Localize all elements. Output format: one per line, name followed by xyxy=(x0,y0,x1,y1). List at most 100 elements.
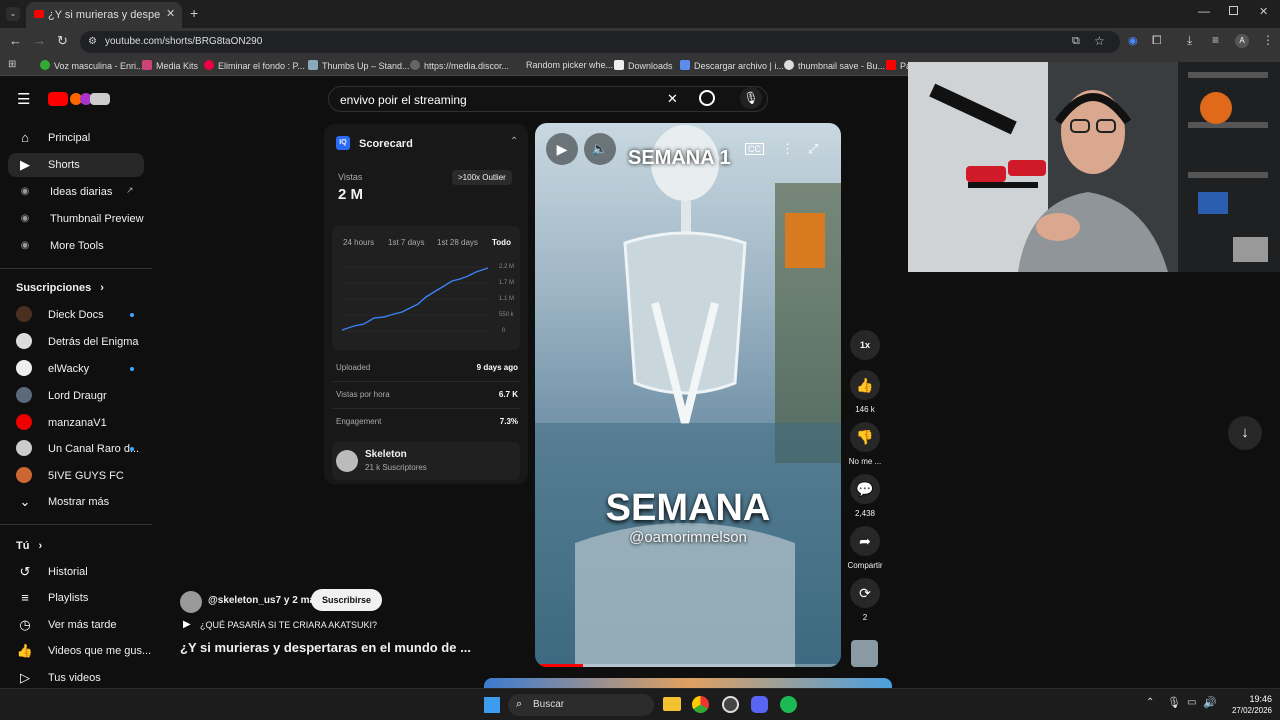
next-video-arrow-icon[interactable]: ↓ xyxy=(1228,416,1262,450)
site-info-icon[interactable]: ⚙ xyxy=(88,36,97,47)
bookmark-item[interactable]: Random picker whe... xyxy=(526,60,613,70)
search-box[interactable]: envivo poir el streaming ✕ xyxy=(328,86,768,112)
window-close-icon[interactable]: ✕ xyxy=(1259,5,1268,18)
comments-button[interactable]: 💬 2,438 xyxy=(847,474,883,518)
sidebar-item-watch-later[interactable]: ◷ Ver más tarde xyxy=(8,613,144,637)
channel-card[interactable]: Skeleton 21 k Suscriptores xyxy=(332,442,520,480)
playlist-link[interactable]: ¿QUÉ PASARÍA SI TE CRIARA AKATSUKI? xyxy=(200,620,377,630)
bookmark-item[interactable]: Voz masculina - Enri... xyxy=(40,60,144,71)
range-tab-active[interactable]: Todo xyxy=(492,238,511,247)
share-button[interactable]: ➦ Compartir xyxy=(847,526,883,570)
youtube-play-logo-icon xyxy=(48,92,68,106)
volume-icon[interactable]: 🔈 xyxy=(584,133,616,165)
sidebar-item-liked-videos[interactable]: 👍 Videos que me gus... xyxy=(8,639,151,663)
file-explorer-icon[interactable] xyxy=(663,697,681,711)
more-options-icon[interactable]: ⋮ xyxy=(781,141,794,157)
row-divider xyxy=(332,381,520,382)
shorts-video-player[interactable]: ▶ 🔈 SEMANA 1 CC ⋮ ⤢ SEMANA @oamorimnelso… xyxy=(535,123,841,667)
new-tab-icon[interactable]: + xyxy=(190,5,198,21)
clear-search-icon[interactable]: ✕ xyxy=(667,91,678,107)
playback-speed-button[interactable]: 1x xyxy=(847,330,883,360)
sidebar-item-principal[interactable]: ⌂ Principal xyxy=(8,126,144,150)
sidebar-item-thumbnail-preview[interactable]: ◉ Thumbnail Preview xyxy=(8,207,144,231)
install-app-icon[interactable]: ⧉ xyxy=(1072,35,1080,48)
bookmark-item[interactable]: Downloads xyxy=(614,60,673,71)
subscribe-button[interactable]: Suscribirse xyxy=(311,589,383,611)
spotify-icon[interactable] xyxy=(780,696,797,713)
bookmark-item[interactable]: Thumbs Up – Stand... xyxy=(308,60,410,71)
subscriptions-header[interactable]: Suscripciones › xyxy=(16,282,104,294)
clock-time[interactable]: 19:46 xyxy=(1222,694,1272,704)
restore-icon[interactable] xyxy=(1229,6,1238,15)
browser-tab-active[interactable]: ¿Y si murieras y despertaras en ✕ xyxy=(26,2,182,28)
like-button[interactable]: 👍 146 k xyxy=(847,370,883,414)
apps-grid-icon[interactable]: ⊞ xyxy=(8,59,16,70)
back-icon[interactable]: ← xyxy=(9,33,22,48)
clock-date[interactable]: 27/02/2026 xyxy=(1222,706,1272,715)
bookmark-star-icon[interactable]: ☆ xyxy=(1094,34,1105,48)
captions-icon[interactable]: CC xyxy=(745,143,764,155)
discord-icon[interactable] xyxy=(751,696,768,713)
remix-button[interactable]: ⟳ 2 xyxy=(847,578,883,622)
sidebar-item-more-tools[interactable]: ◉ More Tools xyxy=(8,234,144,258)
progress-bar[interactable] xyxy=(535,664,841,667)
address-bar[interactable]: ⚙ youtube.com/shorts/BRG8taON290 ⧉ ☆ xyxy=(80,31,1120,53)
extension-blue-icon[interactable]: ◉ xyxy=(1128,34,1138,47)
sidebar-subscription[interactable]: manzanaV1 xyxy=(8,411,144,435)
sidebar-show-more[interactable]: ⌄ Mostrar más xyxy=(8,490,144,514)
chrome-icon[interactable] xyxy=(692,696,709,713)
microphone-icon[interactable]: 🎙 xyxy=(740,87,762,109)
sidebar-subscription[interactable]: Detrás del Enigma xyxy=(8,330,144,354)
sound-thumbnail[interactable] xyxy=(851,640,878,667)
taskbar-search[interactable]: ⌕ Buscar xyxy=(508,694,654,716)
bookmark-item[interactable]: Media Kits xyxy=(142,60,198,71)
sidebar-item-playlists[interactable]: ≡ Playlists xyxy=(8,586,144,610)
search-icon[interactable] xyxy=(699,90,715,106)
fullscreen-icon[interactable]: ⤢ xyxy=(808,141,818,157)
forward-icon[interactable]: → xyxy=(33,33,46,48)
tray-overflow-icon[interactable]: ⌃ xyxy=(1146,697,1154,708)
network-icon[interactable]: ▭ xyxy=(1187,697,1196,708)
hamburger-menu-icon[interactable]: ☰ xyxy=(17,90,30,108)
profile-avatar[interactable]: A xyxy=(1235,34,1249,48)
bookmark-item[interactable]: https://media.discor... xyxy=(410,60,509,71)
volume-tray-icon[interactable]: 🔊 xyxy=(1203,696,1217,709)
obs-icon[interactable] xyxy=(722,696,739,713)
bookmark-item[interactable]: thumbnail save - Bu... xyxy=(784,60,885,71)
extensions-puzzle-icon[interactable]: ⧠ xyxy=(1152,33,1162,48)
download-icon[interactable]: ⤓ xyxy=(1187,33,1192,48)
sidebar-item-historial[interactable]: ↺ Historial xyxy=(8,560,144,584)
sidebar-item-ideas-diarias[interactable]: ◉ Ideas diarias ↗ xyxy=(8,180,144,204)
tab-list-button[interactable]: ⌄ xyxy=(6,7,20,21)
sidebar-subscription[interactable]: Un Canal Raro d... xyxy=(8,437,144,461)
youtube-logo[interactable] xyxy=(48,92,112,106)
channel-handle[interactable]: @skeleton_us7 y 2 más xyxy=(208,595,321,606)
sidebar-subscription[interactable]: 5IVE GUYS FC xyxy=(8,464,144,488)
dislike-button[interactable]: 👎 No me ... xyxy=(847,422,883,466)
microphone-tray-icon[interactable]: 🎙 xyxy=(1167,696,1181,709)
windows-start-icon[interactable] xyxy=(484,697,500,713)
sidebar-subscription[interactable]: elWacky xyxy=(8,357,144,381)
menu-kebab-icon[interactable]: ⋮ xyxy=(1262,33,1274,47)
collapse-chevron-icon[interactable]: ⌃ xyxy=(510,136,518,147)
sidebar-item-shorts[interactable]: ▶ Shorts xyxy=(8,153,144,177)
sidebar-subscription[interactable]: Dieck Docs xyxy=(8,303,144,327)
sidebar-subscription[interactable]: Lord Draugr xyxy=(8,384,144,408)
avatar xyxy=(16,360,32,376)
reload-icon[interactable]: ↻ xyxy=(57,33,68,49)
bookmark-item[interactable]: Eliminar el fondo : P... xyxy=(204,60,305,71)
range-tab[interactable]: 1st 28 days xyxy=(437,238,478,247)
minimize-icon[interactable]: — xyxy=(1198,4,1210,18)
video-title[interactable]: ¿Y si murieras y despertaras en el mundo… xyxy=(180,640,471,655)
range-tab[interactable]: 24 hours xyxy=(343,238,374,247)
range-tab[interactable]: 1st 7 days xyxy=(388,238,424,247)
bookmark-item[interactable]: Descargar archivo | i... xyxy=(680,60,784,71)
tab-close-icon[interactable]: ✕ xyxy=(166,7,175,20)
play-icon[interactable]: ▶ xyxy=(546,133,578,165)
reading-list-icon[interactable]: ≡ xyxy=(1212,33,1219,47)
you-header[interactable]: Tú › xyxy=(16,540,42,552)
sidebar-item-your-videos[interactable]: ▷ Tus videos xyxy=(8,666,144,690)
avatar[interactable] xyxy=(180,591,202,613)
next-video-preview[interactable] xyxy=(484,678,892,688)
search-input[interactable]: envivo poir el streaming xyxy=(340,93,467,107)
